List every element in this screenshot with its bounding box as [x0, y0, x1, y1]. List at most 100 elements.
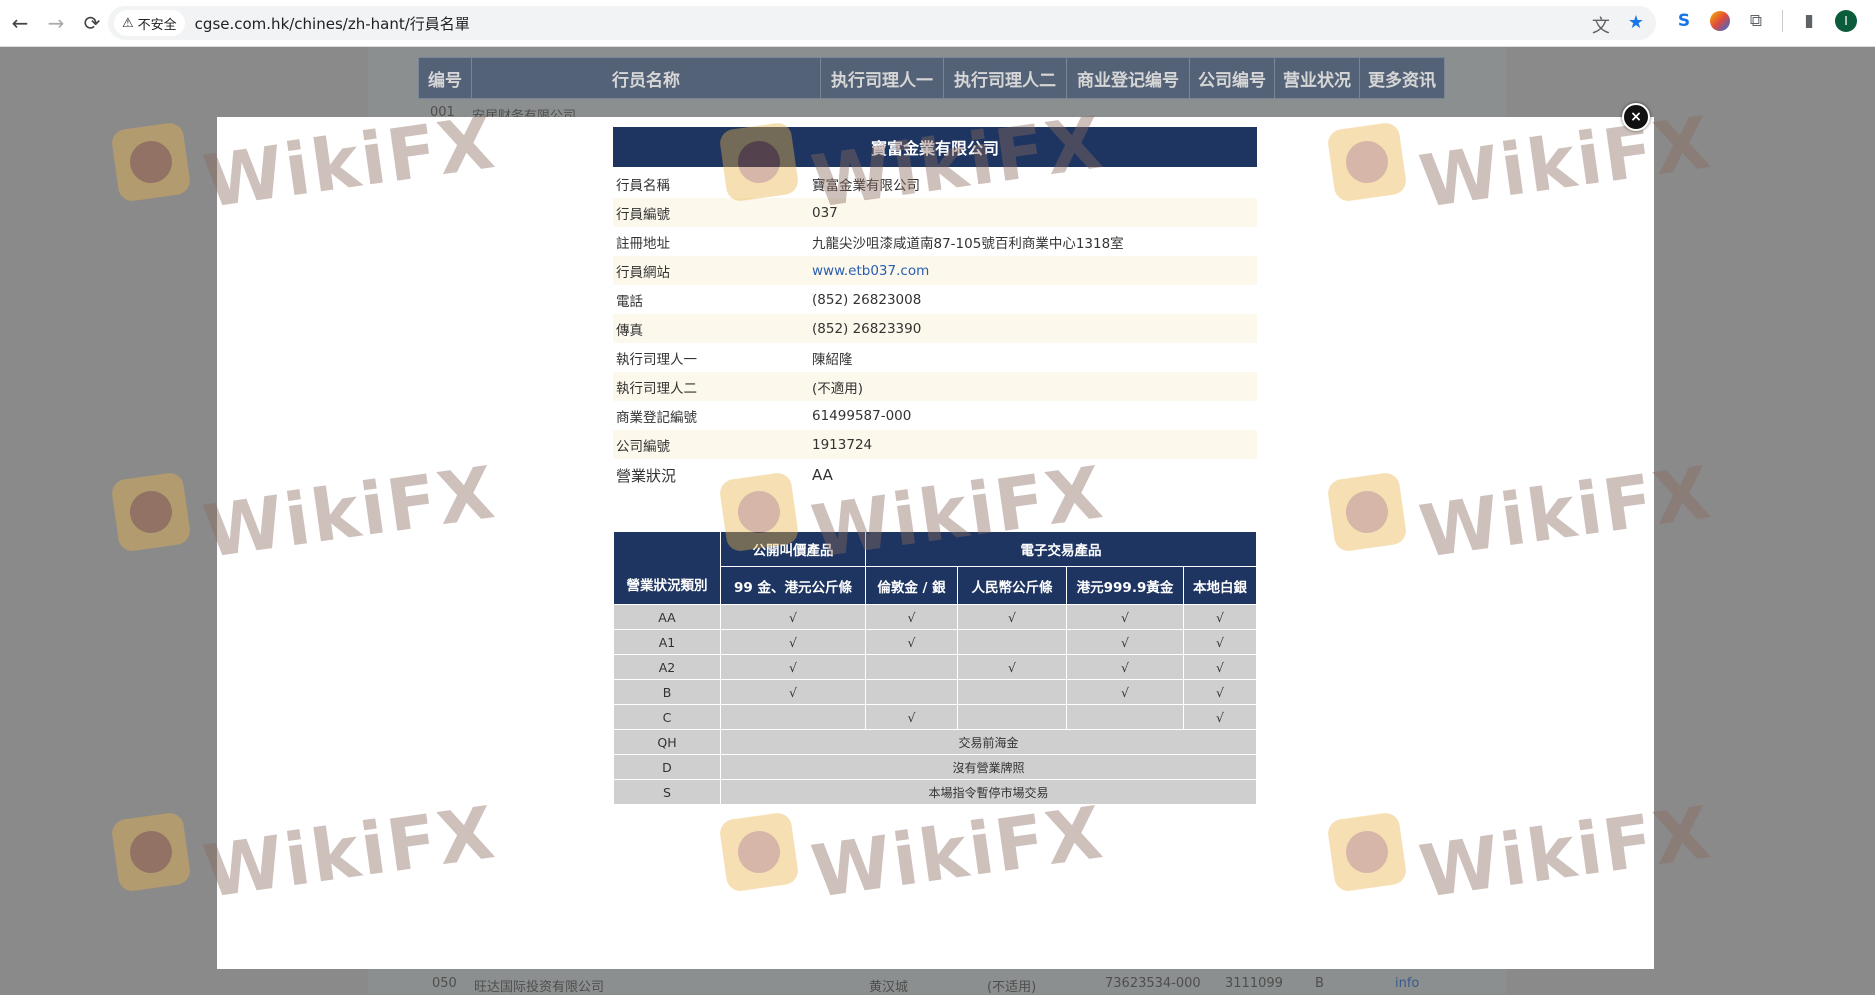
bg-cell: 050	[432, 976, 457, 991]
bg-cell: B	[1315, 976, 1324, 991]
grid-category: A2	[613, 654, 721, 680]
wikifx-logo-icon	[110, 471, 192, 553]
table-row: S 本場指令暫停市場交易	[613, 779, 1257, 805]
bg-cell: 3111099	[1225, 976, 1283, 991]
table-row: AA √ √ √ √ √	[613, 604, 1257, 630]
bg-header-cell: 更多资讯	[1359, 57, 1445, 99]
info-key: 執行司理人一	[616, 351, 697, 368]
grid-cell: √	[865, 604, 958, 630]
member-website-link[interactable]: www.etb037.com	[812, 263, 929, 279]
wikifx-logo-icon	[110, 811, 192, 893]
grid-span-cell: 本場指令暫停市場交易	[720, 779, 1257, 805]
grid-cell: √	[1183, 604, 1257, 630]
member-detail-modal: 寶富金業有限公司 行員名稱 寶富金業有限公司 行員編號 037 註冊地址 九龍尖…	[217, 117, 1654, 969]
grid-sub-header: 99 金、港元公斤條	[720, 566, 866, 605]
grid-cell	[957, 629, 1067, 655]
grid-header-category: 營業狀況類別	[613, 531, 721, 605]
grid-cell	[720, 704, 866, 730]
grid-cell: √	[865, 704, 958, 730]
table-row: QH 交易前海金	[613, 729, 1257, 755]
grid-cell	[865, 679, 958, 705]
bg-header-cell: 行员名称	[471, 57, 821, 99]
grid-cell: √	[720, 654, 866, 680]
bg-header-cell: 公司编号	[1189, 57, 1275, 99]
table-row: A2 √ √ √ √	[613, 654, 1257, 680]
grid-cell	[957, 704, 1067, 730]
info-row: 註冊地址 九龍尖沙咀漆咸道南87-105號百利商業中心1318室	[613, 227, 1257, 256]
profile-avatar[interactable]: I	[1835, 10, 1857, 32]
back-button[interactable]: ←	[4, 7, 36, 39]
info-row: 行員網站 www.etb037.com	[613, 256, 1257, 285]
info-row: 傳真 (852) 26823390	[613, 314, 1257, 343]
info-row: 行員編號 037	[613, 198, 1257, 227]
extensions-puzzle-icon[interactable]: ⧉	[1744, 9, 1768, 33]
close-icon: ×	[1630, 109, 1642, 125]
info-row: 行員名稱 寶富金業有限公司	[613, 169, 1257, 198]
modal-close-button[interactable]: ×	[1622, 103, 1650, 131]
site-info-button[interactable]: ⚠ 不安全	[114, 10, 185, 36]
grid-category: AA	[613, 604, 721, 630]
background-member-table: 编号 行员名称 执行司理人一 执行司理人二 商业登记编号 公司编号 营业状况 更…	[418, 57, 1445, 99]
info-key: 傳真	[616, 322, 643, 339]
info-key: 行員編號	[616, 206, 670, 223]
info-value: 037	[812, 204, 838, 221]
grid-cell: √	[1066, 679, 1184, 705]
grid-category: S	[613, 779, 721, 805]
info-value: (不適用)	[812, 380, 864, 397]
grid-cell	[865, 654, 958, 680]
extension-shield-icon[interactable]	[1710, 11, 1730, 31]
bg-cell: 旺达国际投资有限公司	[474, 980, 605, 995]
info-value: (852) 26823390	[812, 320, 922, 337]
grid-cell: √	[1066, 629, 1184, 655]
url-text[interactable]: cgse.com.hk/chines/zh-hant/行員名單	[195, 13, 470, 34]
info-row: 公司編號 1913724	[613, 430, 1257, 459]
bg-cell: 黄汉城	[869, 980, 909, 995]
address-bar[interactable]: ⚠ 不安全 cgse.com.hk/chines/zh-hant/行員名單 文 …	[108, 6, 1656, 40]
grid-category: QH	[613, 729, 721, 755]
info-key: 電話	[616, 293, 643, 310]
info-key: 註冊地址	[616, 235, 670, 252]
info-row: 執行司理人一 陳紹隆	[613, 343, 1257, 372]
grid-sub-header: 本地白銀	[1183, 566, 1257, 605]
info-value: 1913724	[812, 436, 873, 453]
info-row: 商業登記編號 61499587-000	[613, 401, 1257, 430]
info-row: 電話 (852) 26823008	[613, 285, 1257, 314]
forward-button[interactable]: →	[40, 7, 72, 39]
reload-button[interactable]: ⟳	[76, 7, 108, 39]
grid-cell	[957, 679, 1067, 705]
grid-cell: √	[1183, 704, 1257, 730]
grid-span-cell: 交易前海金	[720, 729, 1257, 755]
bookmark-star-icon[interactable]: ★	[1628, 12, 1644, 38]
grid-cell: √	[720, 629, 866, 655]
info-key: 商業登記編號	[616, 409, 697, 426]
extension-s-icon[interactable]: S	[1672, 9, 1696, 33]
side-panel-icon[interactable]: ▮	[1797, 9, 1821, 33]
bg-cell: (不适用)	[987, 980, 1037, 995]
grid-header-group: 電子交易產品	[865, 531, 1257, 567]
bg-header-cell: 执行司理人二	[943, 57, 1067, 99]
browser-toolbar: ← → ⟳ ⚠ 不安全 cgse.com.hk/chines/zh-hant/行…	[0, 0, 1875, 47]
info-key: 行員名稱	[616, 177, 670, 194]
bg-header-cell: 商业登记编号	[1066, 57, 1190, 99]
info-row: 執行司理人二 (不適用)	[613, 372, 1257, 401]
translate-icon[interactable]: 文	[1592, 12, 1610, 38]
grid-header-group: 公開叫價產品	[720, 531, 866, 567]
info-row: 營業狀況 AA	[613, 459, 1257, 491]
business-status-table: 營業狀況類別 公開叫價產品 電子交易產品 99 金、港元公斤條 倫敦金 / 銀 …	[613, 531, 1257, 805]
wikifx-logo-icon	[110, 121, 192, 203]
grid-cell: √	[957, 654, 1067, 680]
info-key: 公司編號	[616, 438, 670, 455]
member-info-table: 寶富金業有限公司 行員名稱 寶富金業有限公司 行員編號 037 註冊地址 九龍尖…	[613, 127, 1257, 491]
back-arrow-icon: ←	[11, 11, 29, 35]
forward-arrow-icon: →	[47, 11, 65, 35]
grid-cell: √	[720, 679, 866, 705]
bg-info-link[interactable]: info	[1395, 976, 1455, 995]
grid-cell: √	[957, 604, 1067, 630]
info-value: 九龍尖沙咀漆咸道南87-105號百利商業中心1318室	[812, 235, 1124, 252]
grid-category: C	[613, 704, 721, 730]
grid-category: A1	[613, 629, 721, 655]
warning-icon: ⚠	[122, 15, 134, 31]
info-key: 執行司理人二	[616, 380, 697, 397]
grid-sub-header: 倫敦金 / 銀	[865, 566, 958, 605]
table-row: C √ √	[613, 704, 1257, 730]
